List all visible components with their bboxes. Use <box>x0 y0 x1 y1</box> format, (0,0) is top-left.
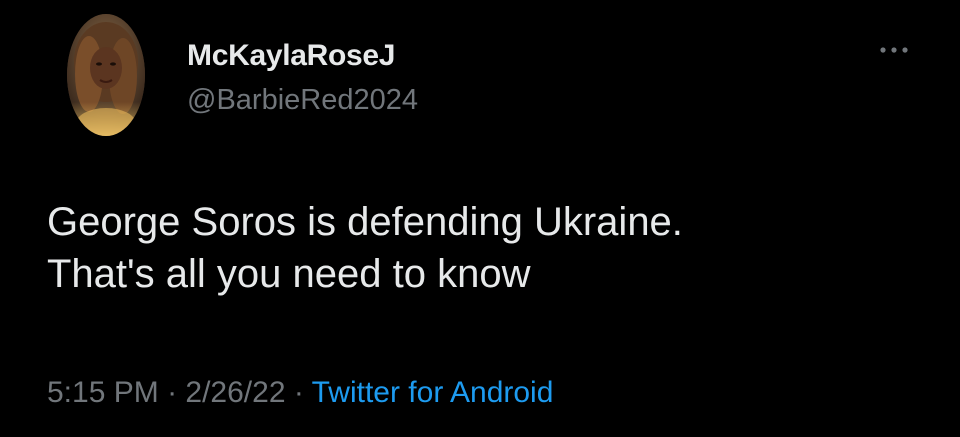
avatar[interactable] <box>67 14 145 136</box>
tweet-source-link[interactable]: Twitter for Android <box>312 376 554 409</box>
tweet-time[interactable]: 5:15 PM <box>47 376 159 409</box>
author-display-name[interactable]: McKaylaRoseJ <box>187 39 395 73</box>
more-options-icon[interactable] <box>876 38 912 62</box>
tweet-date[interactable]: 2/26/22 <box>185 376 285 409</box>
profile-photo-image <box>67 14 145 136</box>
tweet-card: McKaylaRoseJ @BarbieRed2024 George Soros… <box>0 0 960 437</box>
author-handle[interactable]: @BarbieRed2024 <box>187 84 418 117</box>
tweet-metadata: 5:15 PM · 2/26/22 · Twitter for Android <box>47 376 553 410</box>
tweet-text: George Soros is defending Ukraine. That'… <box>47 196 927 300</box>
tweet-text-line: George Soros is defending Ukraine. <box>47 200 683 244</box>
meta-separator: · <box>285 376 312 409</box>
tweet-text-line: That's all you need to know <box>47 252 531 296</box>
meta-separator: · <box>158 376 186 409</box>
